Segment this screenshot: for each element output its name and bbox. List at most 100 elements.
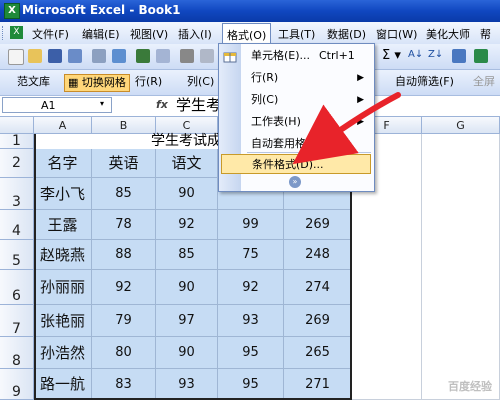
formula-input[interactable]: 学生考 (176, 96, 221, 115)
table-cell[interactable]: 269 (284, 210, 352, 240)
sort-ascending-icon[interactable]: A↓ (408, 49, 423, 60)
drawing-icon[interactable] (474, 49, 488, 63)
menu-view[interactable]: 视图(V) (128, 26, 170, 42)
table-cell[interactable]: 79 (92, 305, 156, 337)
table-cell[interactable]: 85 (156, 240, 218, 270)
expand-menu-icon[interactable]: » (289, 176, 301, 188)
column-header-g[interactable]: G (422, 117, 500, 134)
save-icon[interactable] (48, 49, 62, 63)
row-header-9[interactable]: 9 (0, 369, 34, 400)
column-header-a[interactable]: A (34, 117, 92, 134)
submenu-arrow-icon: ▶ (357, 95, 364, 105)
menu-data[interactable]: 数据(D) (325, 26, 368, 42)
table-cell[interactable]: 90 (156, 270, 218, 305)
menu-item-sheet[interactable]: 工作表(H) ▶ (219, 112, 374, 132)
table-cell[interactable]: 80 (92, 337, 156, 369)
chart-wizard-icon[interactable] (452, 49, 466, 63)
row-header-5[interactable]: 5 (0, 240, 34, 270)
table-cell[interactable]: 83 (92, 369, 156, 400)
row-header-4[interactable]: 4 (0, 210, 34, 240)
title-bar: X Microsoft Excel - Book1 (0, 0, 500, 22)
menu-item-column[interactable]: 列(C) ▶ (219, 90, 374, 110)
table-cell[interactable]: 93 (218, 305, 284, 337)
table-cell[interactable]: 248 (284, 240, 352, 270)
toggle-grid-button[interactable]: ▦ 切换网格 (64, 74, 130, 92)
new-icon[interactable] (8, 49, 24, 65)
spelling-icon[interactable] (136, 49, 150, 63)
autofilter-button[interactable]: 自动筛选(F) (392, 74, 457, 90)
table-cell[interactable]: 王露 (34, 210, 92, 240)
table-cell[interactable]: 孙浩然 (34, 337, 92, 369)
table-cell[interactable]: 271 (284, 369, 352, 400)
menu-item-cells[interactable]: 单元格(E)... Ctrl+1 (219, 46, 374, 66)
menu-insert[interactable]: 插入(I) (176, 26, 214, 42)
menu-item-row[interactable]: 行(R) ▶ (219, 68, 374, 88)
copy-icon[interactable] (200, 49, 214, 63)
fullscreen-button[interactable]: 全屏 (470, 74, 498, 90)
table-cell[interactable]: 269 (284, 305, 352, 337)
row-header-2[interactable]: 2 (0, 149, 34, 178)
cut-icon[interactable] (180, 49, 194, 63)
menu-item-label: 行(R) (251, 71, 279, 84)
header-cell-english[interactable]: 英语 (92, 149, 156, 178)
table-cell[interactable]: 95 (218, 337, 284, 369)
menu-file[interactable]: 文件(F) (30, 26, 71, 42)
table-cell[interactable]: 85 (92, 178, 156, 210)
sort-descending-icon[interactable]: Z↓ (428, 49, 443, 60)
permission-icon[interactable] (68, 49, 82, 63)
table-cell[interactable]: 75 (218, 240, 284, 270)
table-cell[interactable]: 265 (284, 337, 352, 369)
row-header-3[interactable]: 3 (0, 178, 34, 210)
menu-tools[interactable]: 工具(T) (276, 26, 317, 42)
research-icon[interactable] (156, 49, 170, 63)
table-cell[interactable]: 90 (156, 337, 218, 369)
table-cell[interactable]: 97 (156, 305, 218, 337)
column-header-c[interactable]: C (156, 117, 218, 134)
print-icon[interactable] (92, 49, 106, 63)
menu-item-autoformat[interactable]: 自动套用格式(A)... (219, 134, 374, 154)
select-all-corner[interactable] (0, 117, 34, 134)
menu-edit[interactable]: 编辑(E) (80, 26, 122, 42)
table-cell[interactable]: 90 (156, 178, 218, 210)
row-header-8[interactable]: 8 (0, 337, 34, 369)
toolbar-grip[interactable] (2, 26, 6, 40)
empty-column-g[interactable] (422, 134, 500, 400)
workbook-icon[interactable]: X (10, 26, 23, 39)
insert-column-button[interactable]: 列(C) (184, 74, 217, 90)
table-cell[interactable]: 88 (92, 240, 156, 270)
open-icon[interactable] (28, 49, 42, 63)
column-header-b[interactable]: B (92, 117, 156, 134)
table-cell[interactable]: 孙丽丽 (34, 270, 92, 305)
table-cell[interactable]: 92 (218, 270, 284, 305)
table-cell[interactable]: 张艳丽 (34, 305, 92, 337)
table-cell[interactable]: 92 (156, 210, 218, 240)
menu-item-conditional-formatting[interactable]: 条件格式(D)... (221, 154, 371, 174)
table-cell[interactable]: 92 (92, 270, 156, 305)
menu-item-label: 单元格(E)... (251, 49, 311, 62)
table-cell[interactable]: 赵晓燕 (34, 240, 92, 270)
row-header-7[interactable]: 7 (0, 305, 34, 337)
header-cell-name[interactable]: 名字 (34, 149, 92, 178)
menu-window[interactable]: 窗口(W) (374, 26, 419, 42)
menu-beautify[interactable]: 美化大师 (424, 26, 472, 42)
table-cell[interactable]: 99 (218, 210, 284, 240)
insert-row-button[interactable]: 行(R) (132, 74, 165, 90)
table-cell[interactable]: 李小飞 (34, 178, 92, 210)
table-cell[interactable]: 路一航 (34, 369, 92, 400)
table-cell[interactable]: 274 (284, 270, 352, 305)
submenu-arrow-icon: ▶ (357, 117, 364, 127)
menu-bar: X 文件(F) 编辑(E) 视图(V) 插入(I) 格式(O) 工具(T) 数据… (0, 22, 500, 57)
table-cell[interactable]: 78 (92, 210, 156, 240)
name-box[interactable]: A1 (2, 97, 112, 113)
table-cell[interactable]: 95 (218, 369, 284, 400)
row-header-6[interactable]: 6 (0, 270, 34, 305)
autosum-icon[interactable]: Σ ▾ (382, 48, 401, 63)
submenu-arrow-icon: ▶ (357, 73, 364, 83)
print-preview-icon[interactable] (112, 49, 126, 63)
name-box-dropdown-icon[interactable]: ▾ (100, 99, 104, 108)
header-cell-chinese[interactable]: 语文 (156, 149, 218, 178)
fx-icon[interactable]: fx (156, 98, 168, 111)
table-cell[interactable]: 93 (156, 369, 218, 400)
row-header-1[interactable]: 1 (0, 134, 34, 149)
fanwenku-button[interactable]: 范文库 (14, 74, 53, 90)
